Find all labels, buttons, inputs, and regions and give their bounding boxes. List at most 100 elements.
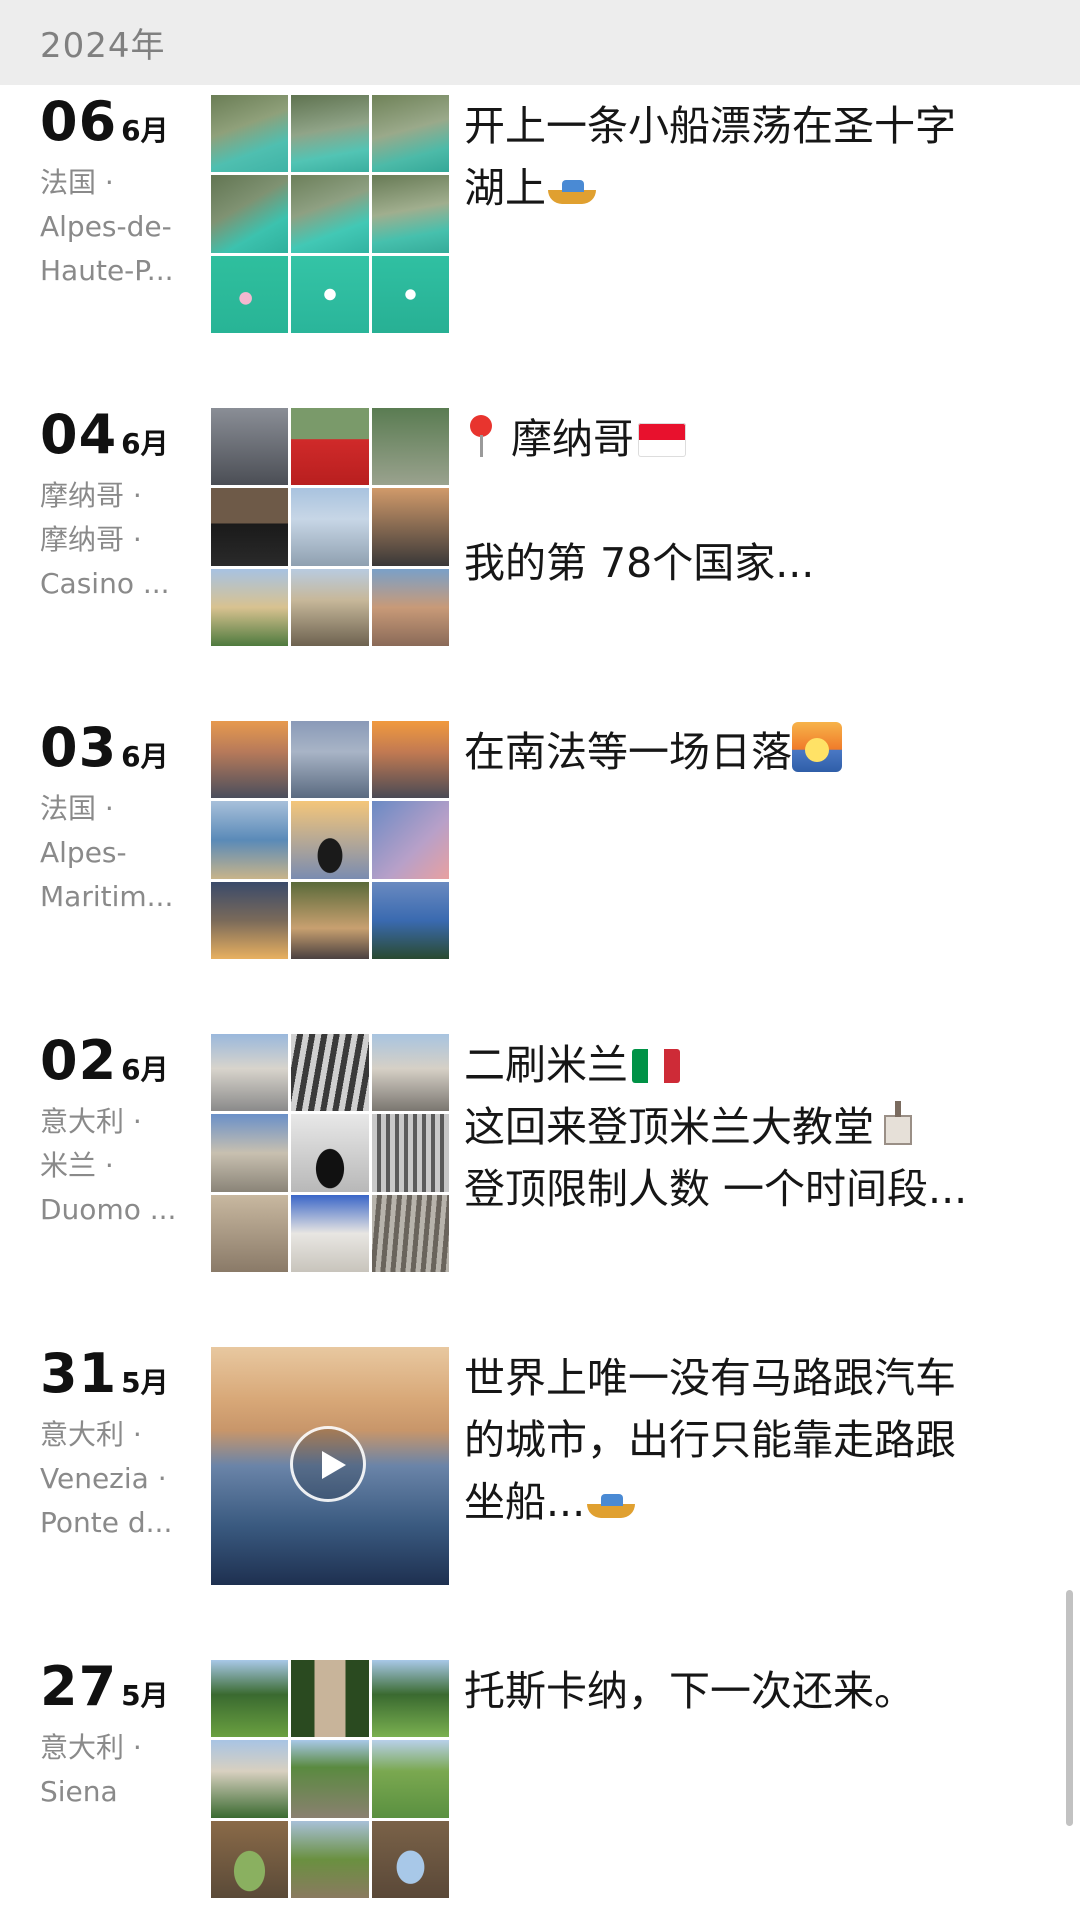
location-line: Casino ... (40, 567, 170, 600)
location-line: Maritim... (40, 880, 174, 913)
photo-thumbnail[interactable] (211, 1114, 289, 1192)
photo-thumbnail[interactable] (291, 568, 369, 646)
photo-thumbnail[interactable] (371, 255, 449, 333)
moment-post[interactable]: 31 5月 意大利 · Venezia · Ponte d... 世界上唯一没有马… (0, 1347, 1080, 1587)
photo-grid[interactable] (211, 95, 449, 333)
photo-thumbnail[interactable] (371, 1660, 449, 1738)
photo-thumbnail[interactable] (211, 1034, 289, 1112)
video-thumbnail[interactable] (211, 1347, 449, 1585)
photo-thumbnail[interactable] (291, 1114, 369, 1192)
photo-thumbnail[interactable] (211, 488, 289, 566)
post-day: 06 (40, 90, 118, 153)
moment-post[interactable]: 27 5月 意大利 · Siena 托斯卡纳，下一次还来。 (0, 1660, 1080, 1900)
location-line: 意大利 · (40, 1105, 142, 1138)
post-text-line: 开上一条小船漂荡在圣十字 (464, 102, 956, 150)
location-line: 法国 · (40, 792, 114, 825)
location-line: 摩纳哥 · (40, 523, 142, 556)
photo-thumbnail[interactable] (291, 881, 369, 959)
post-text-line: 二刷米兰 (464, 1041, 628, 1089)
photo-thumbnail[interactable] (211, 1820, 289, 1898)
photo-thumbnail[interactable] (291, 721, 369, 799)
post-text[interactable]: 世界上唯一没有马路跟汽车 的城市，出行只能靠走路跟 坐船... (464, 1347, 1024, 1533)
photo-thumbnail[interactable] (211, 881, 289, 959)
location-line: 摩纳哥 · (40, 479, 142, 512)
photo-thumbnail[interactable] (371, 1740, 449, 1818)
post-text-line: 在南法等一场日落 (464, 728, 792, 776)
post-text[interactable]: 在南法等一场日落 (464, 721, 1024, 783)
photo-thumbnail[interactable] (211, 721, 289, 799)
post-day: 31 (40, 1342, 118, 1405)
post-day: 02 (40, 1029, 118, 1092)
play-icon[interactable] (290, 1426, 366, 1502)
photo-thumbnail[interactable] (371, 1114, 449, 1192)
photo-thumbnail[interactable] (291, 255, 369, 333)
photo-thumbnail[interactable] (371, 408, 449, 486)
photo-thumbnail[interactable] (211, 408, 289, 486)
post-text[interactable]: 开上一条小船漂荡在圣十字 湖上 (464, 95, 1024, 219)
post-text[interactable]: 二刷米兰 这回来登顶米兰大教堂 登顶限制人数 一个时间段... (464, 1034, 1024, 1220)
photo-grid[interactable] (211, 408, 449, 646)
post-text[interactable]: 托斯卡纳，下一次还来。 (464, 1660, 1024, 1722)
post-text[interactable]: 摩纳哥 我的第 78个国家... (464, 408, 1024, 594)
post-text-line: 摩纳哥 (511, 415, 635, 463)
photo-thumbnail[interactable] (211, 568, 289, 646)
photo-thumbnail[interactable] (211, 801, 289, 879)
photo-thumbnail[interactable] (211, 1194, 289, 1272)
photo-thumbnail[interactable] (291, 175, 369, 253)
post-month: 6月 (121, 114, 169, 147)
speedboat-icon (546, 174, 598, 204)
location-line: Haute-P... (40, 254, 174, 287)
photo-thumbnail[interactable] (291, 95, 369, 173)
location-line: 意大利 · (40, 1418, 142, 1451)
photo-thumbnail[interactable] (211, 255, 289, 333)
sunset-icon (792, 722, 842, 772)
photo-thumbnail[interactable] (211, 95, 289, 173)
photo-thumbnail[interactable] (291, 488, 369, 566)
post-month: 5月 (121, 1679, 169, 1712)
photo-thumbnail[interactable] (211, 1660, 289, 1738)
location-line: Duomo ... (40, 1193, 177, 1226)
location-line: Ponte d... (40, 1506, 173, 1539)
photo-thumbnail[interactable] (291, 1660, 369, 1738)
photo-thumbnail[interactable] (371, 175, 449, 253)
moment-post[interactable]: 03 6月 法国 · Alpes- Maritim... 在南法等一场日落 (0, 721, 1080, 961)
photo-thumbnail[interactable] (371, 881, 449, 959)
photo-thumbnail[interactable] (371, 721, 449, 799)
photo-grid[interactable] (211, 1034, 449, 1272)
photo-thumbnail[interactable] (371, 95, 449, 173)
photo-thumbnail[interactable] (211, 1740, 289, 1818)
photo-thumbnail[interactable] (291, 1740, 369, 1818)
photo-thumbnail[interactable] (371, 1034, 449, 1112)
photo-grid[interactable] (211, 1660, 449, 1898)
post-location: 意大利 · Siena (40, 1726, 200, 1814)
moment-post[interactable]: 04 6月 摩纳哥 · 摩纳哥 · Casino ... 摩纳哥 我的第 78个国… (0, 408, 1080, 648)
speedboat-icon (585, 1488, 637, 1518)
post-text-line: 这回来登顶米兰大教堂 (464, 1103, 874, 1151)
post-location: 意大利 · Venezia · Ponte d... (40, 1413, 200, 1545)
photo-thumbnail[interactable] (371, 1820, 449, 1898)
post-day: 04 (40, 403, 118, 466)
year-header: 2024年 (0, 0, 1080, 85)
post-date: 04 6月 摩纳哥 · 摩纳哥 · Casino ... (40, 408, 200, 606)
photo-thumbnail[interactable] (211, 175, 289, 253)
photo-thumbnail[interactable] (371, 488, 449, 566)
post-month: 6月 (121, 427, 169, 460)
photo-thumbnail[interactable] (291, 1820, 369, 1898)
moment-post[interactable]: 06 6月 法国 · Alpes-de- Haute-P... 开上一条小船漂荡在… (0, 95, 1080, 335)
photo-thumbnail[interactable] (371, 568, 449, 646)
photo-thumbnail[interactable] (291, 1194, 369, 1272)
scrollbar[interactable] (1066, 1590, 1073, 1826)
monaco-flag-icon (638, 423, 687, 457)
photo-thumbnail[interactable] (291, 1034, 369, 1112)
post-day: 03 (40, 716, 118, 779)
photo-thumbnail[interactable] (291, 408, 369, 486)
post-month: 6月 (121, 1053, 169, 1086)
photo-thumbnail[interactable] (371, 1194, 449, 1272)
moment-post[interactable]: 02 6月 意大利 · 米兰 · Duomo ... 二刷米兰 这回来登顶米兰大教… (0, 1034, 1080, 1274)
photo-thumbnail[interactable] (371, 801, 449, 879)
post-text-line (464, 470, 1024, 532)
photo-grid[interactable] (211, 721, 449, 959)
post-date: 31 5月 意大利 · Venezia · Ponte d... (40, 1347, 200, 1545)
post-text-line: 坐船... (464, 1478, 586, 1526)
photo-thumbnail[interactable] (291, 801, 369, 879)
